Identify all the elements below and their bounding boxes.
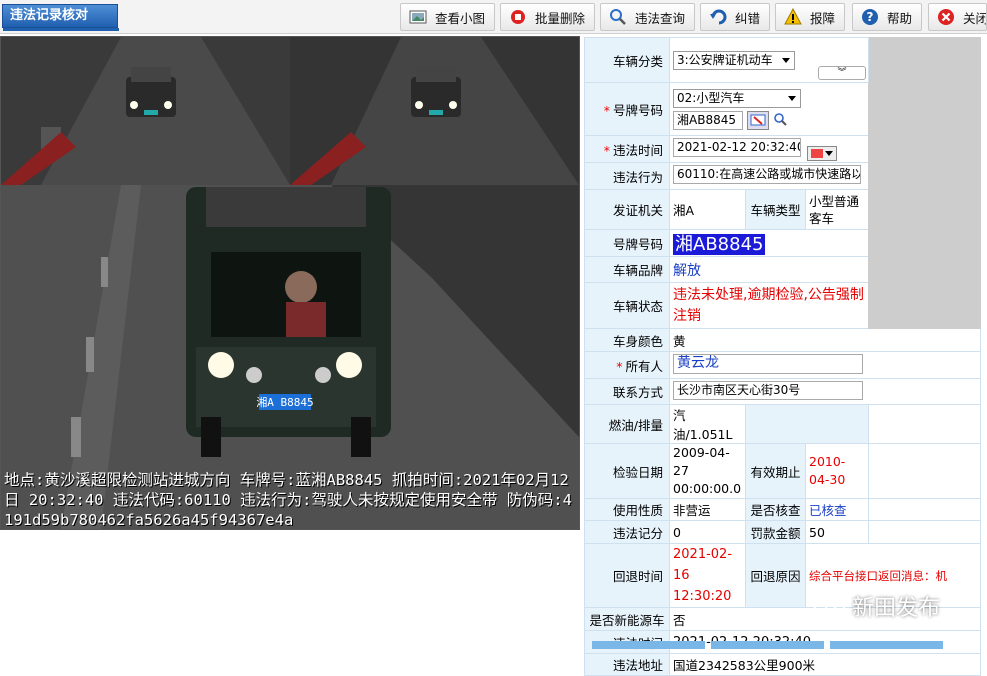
contact-label: 联系方式 [584,378,670,405]
search-icon[interactable] [773,112,787,129]
report-fault-button[interactable]: 报障 [775,3,845,31]
top-toolbar: 违法记录核对 查看小图 批量删除 违法查询 纠错 报障 ? 帮助 关闭 [0,0,987,34]
violation-time-label: 违法时间 [612,142,663,158]
new-energy-label: 是否新能源车 [584,607,670,631]
correct-label: 纠错 [735,10,761,26]
expand-button[interactable]: ︾ [818,66,866,80]
fuel-value: 汽油/1.051L [669,404,746,444]
violation-place-label: 违法地址 [584,653,670,676]
photo-scene: 湘A B8845 [1,37,579,529]
violation-act-input[interactable]: 60110:在高速公路或城市快速路以外 [673,165,861,184]
view-thumbnail-button[interactable]: 查看小图 [400,3,495,31]
gray-side-area [868,37,981,329]
inspection-date-label: 检验日期 [584,443,670,499]
close-label: 关闭 [963,10,987,26]
bottom-button-1[interactable] [592,641,705,649]
issuing-authority-label: 发证机关 [584,189,670,230]
violation-query-button[interactable]: 违法查询 [600,3,695,31]
valid-until-value: 2010-04-30 [805,443,869,499]
plate-overlay: 湘A B8845 [256,395,313,409]
violation-query-label: 违法查询 [635,10,686,26]
vehicle-category-value: 3:公安牌证机动车 [677,52,773,67]
calendar-icon[interactable] [806,145,837,161]
plate-type-select[interactable]: 02:小型汽车 [673,88,801,108]
vehicle-type-value: 小型普通客车 [805,189,869,230]
return-time-label: 回退时间 [584,543,670,608]
bottom-button-2[interactable] [711,641,824,649]
warning-icon [784,8,802,26]
view-thumbnail-label: 查看小图 [435,10,486,26]
verified-value: 已核查 [805,498,869,521]
watermark-text: 新田发布 [852,596,941,621]
owner-input[interactable]: 黄云龙 [673,353,863,374]
vehicle-status-label: 车辆状态 [584,282,670,329]
violation-time-input[interactable]: 2021-02-12 20:32:40 [673,137,801,157]
undo-icon [709,8,727,26]
plate-type-value: 02:小型汽车 [677,90,745,105]
correct-button[interactable]: 纠错 [700,3,770,31]
vehicle-category-label: 车辆分类 [584,37,670,83]
usage-value: 非营运 [669,498,746,521]
points-value: 0 [669,520,746,544]
violation-act-label: 违法行为 [584,162,670,190]
close-icon [937,8,955,26]
search-icon [609,8,627,26]
vehicle-type-label: 车辆类型 [745,189,806,230]
plate-type-label: 号牌号码 [612,102,663,118]
double-chevron-down-icon: ︾ [837,68,847,78]
help-button[interactable]: ? 帮助 [852,3,922,31]
watermark: 新田发布 [812,590,940,622]
fine-value: 50 [805,520,869,544]
chevron-down-icon [788,95,796,101]
owner-label: 所有人 [625,358,663,374]
inspection-date-value: 2009-04-27 00:00:00.0 [669,443,746,499]
photo-caption: 地点:黄沙溪超限检测站进城方向 车牌号:蓝湘AB8845 抓拍时间:2021年0… [4,471,572,529]
vehicle-status-value: 违法未处理,逾期检验,公告强制注销 [669,282,869,329]
batch-delete-button[interactable]: 批量删除 [500,3,595,31]
return-reason-label: 回退原因 [745,543,806,608]
return-time-value: 2021-02-16 12:30:20 [669,543,746,608]
usage-label: 使用性质 [584,498,670,521]
plate-lookup-icon [750,114,766,126]
plate-lookup-button[interactable] [747,110,769,130]
contact-input[interactable]: 长沙市南区天心街30号 [673,380,863,400]
vehicle-category-select[interactable]: 3:公安牌证机动车 [673,50,795,70]
fuel-label: 燃油/排量 [584,404,670,444]
issuing-authority-value: 湘A [669,189,746,230]
points-label: 违法记分 [584,520,670,544]
svg-text:?: ? [867,10,874,24]
picture-icon [409,8,427,26]
plate-number-label: 号牌号码 [584,229,670,257]
help-icon: ? [861,8,879,26]
fine-label: 罚款金额 [745,520,806,544]
body-color-value: 黄 [669,328,981,352]
brand-label: 车辆品牌 [584,256,670,283]
violation-form: 车辆分类 3:公安牌证机动车 ︾ * 号牌号码 02:小型汽车 湘AB8845 *… [584,37,981,676]
brand-value: 解放 [669,256,869,283]
plate-number-input[interactable]: 湘AB8845 [673,110,743,130]
delete-icon [509,8,527,26]
plate-number-highlight: 湘AB8845 [673,234,766,255]
tab-violation-review[interactable]: 违法记录核对 [2,4,119,31]
close-button[interactable]: 关闭 [928,3,987,31]
violation-place-value: 国道2342583公里900米 [669,653,981,676]
verified-label: 是否核查 [745,498,806,521]
help-label: 帮助 [887,10,913,26]
body-color-label: 车身颜色 [584,328,670,352]
chevron-down-icon [782,57,790,63]
report-fault-label: 报障 [810,10,836,26]
bottom-button-3[interactable] [830,641,943,649]
batch-delete-label: 批量删除 [535,10,586,26]
violation-photo[interactable]: 湘A B8845 地点:黄沙溪超限检测站进城方向 车牌号:蓝湘AB8845 抓拍… [0,36,580,530]
wechat-icon [813,594,845,617]
valid-until-label: 有效期止 [745,443,806,499]
